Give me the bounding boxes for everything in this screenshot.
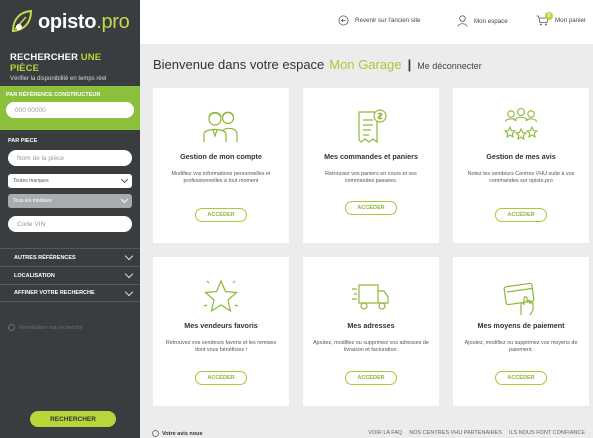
chevron-down-icon xyxy=(120,175,129,184)
user-icon xyxy=(457,15,468,27)
card-reviews: Gestion de mes avis Notez les vendeurs C… xyxy=(453,88,589,243)
card-title: Mes moyens de paiement xyxy=(477,321,565,330)
page-title: Bienvenue dans votre espace Mon Garage |… xyxy=(153,57,482,72)
trust-link[interactable]: ILS NOUS FONT CONFIANCE xyxy=(509,430,585,436)
card-description: Notez les vendeurs Centres VHU suite à v… xyxy=(467,171,575,184)
card-description: Retrouvez vos vendeurs favoris et les re… xyxy=(165,340,277,353)
accordion-label: AUTRES RÉFÉRENCES xyxy=(14,254,76,261)
feedback-link[interactable]: Votre avis nous xyxy=(152,430,203,437)
card-account: Gestion de mon compte Modifiez vos infor… xyxy=(153,88,289,243)
card-description: Ajoutez, modifiez ou supprimez vos adres… xyxy=(313,340,429,353)
card-description: Ajoutez, modifiez ou supprimez vos moyen… xyxy=(464,340,578,353)
search-title-a: RECHERCHER xyxy=(10,52,79,63)
card-title: Mes adresses xyxy=(347,321,395,330)
reviews-people-icon xyxy=(503,107,539,141)
access-account-button[interactable]: ACCÉDER xyxy=(195,208,247,222)
accordion-autres-references[interactable]: AUTRES RÉFÉRENCES xyxy=(0,248,140,266)
card-description: Retrouvez vos paniers en cours et vos co… xyxy=(325,171,417,184)
faq-link[interactable]: VOIR LA FAQ xyxy=(368,430,402,436)
reset-icon xyxy=(8,324,15,331)
chevron-down-icon xyxy=(124,269,134,279)
my-space-link[interactable]: Mon espace xyxy=(457,15,508,27)
cart-icon-wrap: 0 xyxy=(536,12,553,26)
cart-count-badge: 0 xyxy=(545,12,553,20)
logo-leaf-icon xyxy=(11,9,33,33)
orders-invoice-icon xyxy=(358,109,387,144)
cart-link[interactable]: 0 Mon panier xyxy=(536,12,586,26)
old-site-link[interactable]: Revenir sur l'ancien site xyxy=(338,15,421,26)
card-description: Modifiez vos informations personnelles e… xyxy=(171,171,271,184)
accordion-label: LOCALISATION xyxy=(14,272,55,279)
access-favorites-button[interactable]: ACCÉDER xyxy=(195,371,247,385)
piece-name-input[interactable]: Nom de la pièce xyxy=(8,150,132,166)
sidebar: opisto.pro RECHERCHER UNE PIÈCE Vérifier… xyxy=(0,0,140,438)
reset-search-link[interactable]: Réinitialiser ma recherche xyxy=(8,324,83,331)
chat-bubble-icon xyxy=(152,430,159,437)
access-addresses-button[interactable]: ACCÉDER xyxy=(345,371,397,385)
brand-suffix: .pro xyxy=(96,10,130,33)
old-site-label: Revenir sur l'ancien site xyxy=(355,17,421,24)
accordion-affiner[interactable]: AFFINER VOTRE RECHERCHE xyxy=(0,284,140,302)
accordion-localisation[interactable]: LOCALISATION xyxy=(0,266,140,284)
star-icon xyxy=(203,279,239,313)
search-button[interactable]: RECHERCHER xyxy=(30,411,116,427)
vin-input[interactable]: Code VIN xyxy=(8,216,132,232)
card-title: Gestion de mon compte xyxy=(180,152,262,161)
brand-select[interactable]: Toutes marques xyxy=(8,174,132,188)
piece-label: PAR PIECE xyxy=(8,138,38,144)
card-title: Mes vendeurs favoris xyxy=(184,321,258,330)
access-payment-button[interactable]: ACCÉDER xyxy=(495,371,547,385)
reference-block: PAR RÉFÉRENCE CONSTRUCTEUR 000 00000 xyxy=(0,86,140,130)
chevron-down-icon xyxy=(124,251,134,261)
access-reviews-button[interactable]: ACCÉDER xyxy=(495,208,547,222)
card-title: Gestion de mes avis xyxy=(486,152,556,161)
brand-select-value: Toutes marques xyxy=(13,178,49,184)
search-header: RECHERCHER UNE PIÈCE Vérifier la disponi… xyxy=(0,44,140,82)
garage-name: Mon Garage xyxy=(329,57,402,72)
my-space-label: Mon espace xyxy=(474,17,508,25)
model-select-value: Tous les modèles xyxy=(13,198,52,204)
top-bar: Revenir sur l'ancien site Mon espace 0 M… xyxy=(140,0,593,44)
title-separator: | xyxy=(407,57,412,72)
brand-name: opisto xyxy=(38,10,97,33)
footer-links: VOIR LA FAQ NOS CENTRES VHU PARTENAIRES … xyxy=(368,430,585,436)
card-favorites: Mes vendeurs favoris Retrouvez vos vende… xyxy=(153,257,289,406)
back-arrow-icon xyxy=(338,15,349,26)
cart-label: Mon panier xyxy=(555,17,586,24)
account-people-icon xyxy=(203,111,238,142)
delivery-truck-icon xyxy=(352,284,389,310)
reference-input[interactable]: 000 00000 xyxy=(6,102,134,118)
card-title: Mes commandes et paniers xyxy=(324,152,418,161)
reference-label: PAR RÉFÉRENCE CONSTRUCTEUR xyxy=(6,92,101,98)
model-select[interactable]: Tous les modèles xyxy=(8,194,132,208)
accordion-label: AFFINER VOTRE RECHERCHE xyxy=(14,290,95,296)
reset-label: Réinitialiser ma recherche xyxy=(19,324,83,331)
feedback-label: Votre avis nous xyxy=(162,430,203,437)
chevron-down-icon xyxy=(120,195,129,204)
search-subtitle: Vérifier la disponibilité en temps réel xyxy=(10,76,107,82)
card-addresses: Mes adresses Ajoutez, modifiez ou suppri… xyxy=(303,257,439,406)
logo[interactable]: opisto.pro xyxy=(0,0,140,44)
welcome-text: Bienvenue dans votre espace xyxy=(153,57,325,72)
access-orders-button[interactable]: ACCÉDER xyxy=(345,201,397,215)
footer: Votre avis nous VOIR LA FAQ NOS CENTRES … xyxy=(150,428,593,438)
partners-link[interactable]: NOS CENTRES VHU PARTENAIRES xyxy=(409,430,502,436)
chevron-down-icon xyxy=(124,287,134,296)
payment-card-icon xyxy=(503,282,535,316)
card-orders: Mes commandes et paniers Retrouvez vos p… xyxy=(303,88,439,243)
logout-link[interactable]: Me déconnecter xyxy=(417,61,482,71)
card-payment: Mes moyens de paiement Ajoutez, modifiez… xyxy=(453,257,589,406)
